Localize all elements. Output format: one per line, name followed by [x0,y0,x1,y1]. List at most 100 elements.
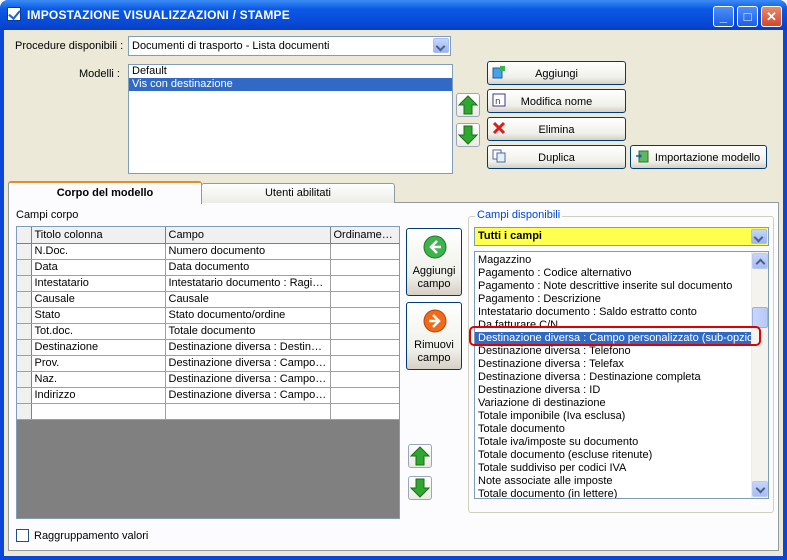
table-cell[interactable]: Destinazione diversa : Campo p... [165,355,331,372]
table-cell[interactable] [330,403,399,420]
table-row[interactable] [17,403,399,420]
table-cell[interactable]: Indirizzo [31,387,166,404]
close-button[interactable]: ✕ [761,6,782,27]
table-cell[interactable] [330,243,399,260]
list-item[interactable]: Note associate alle imposte [475,475,752,488]
list-item[interactable]: Pagamento : Codice alternativo [475,267,752,280]
move-model-up-button[interactable] [456,93,480,117]
list-item[interactable]: Totale suddiviso per codici IVA [475,462,752,475]
table-cell[interactable]: Totale documento [165,323,331,340]
column-header-titolo[interactable]: Titolo colonna [31,227,166,244]
table-cell[interactable] [330,291,399,308]
table-cell[interactable]: Stato [31,307,166,324]
row-header[interactable] [17,323,32,340]
table-cell[interactable] [165,403,331,420]
list-item[interactable]: Vis con destinazione [129,78,452,91]
list-item[interactable]: Magazzino [475,254,752,267]
table-cell[interactable]: Prov. [31,355,166,372]
campi-disponibili-list[interactable]: Magazzino Pagamento : Codice alternativo P… [474,251,769,499]
elimina-button[interactable]: Elimina [487,117,626,141]
row-header[interactable] [17,387,32,404]
title-bar[interactable]: IMPOSTAZIONE VISUALIZZAZIONI / STAMPE _ … [0,0,787,30]
move-field-up-button[interactable] [408,444,432,468]
procedure-select[interactable]: Documenti di trasporto - Lista documenti [128,36,451,56]
modifica-nome-button[interactable]: n Modifica nome [487,89,626,113]
list-item[interactable]: Destinazione diversa : ID [475,384,752,397]
table-cell[interactable]: Destinazione diversa : Destinazi... [165,339,331,356]
list-item[interactable]: Intestatario documento : Saldo estratto … [475,306,752,319]
minimize-button[interactable]: _ [713,6,734,27]
list-item[interactable]: Totale imponibile (Iva esclusa) [475,410,752,423]
table-cell[interactable]: Causale [31,291,166,308]
table-cell[interactable] [330,371,399,388]
list-item[interactable]: Variazione di destinazione [475,397,752,410]
chevron-down-icon[interactable] [751,229,767,244]
table-cell[interactable]: Tot.doc. [31,323,166,340]
list-item[interactable]: Totale documento (escluse ritenute) [475,449,752,462]
modelli-list[interactable]: Default Vis con destinazione [128,64,453,174]
table-cell[interactable]: Intestatario documento : Ragion... [165,275,331,292]
table-row[interactable]: Indirizzo Destinazione diversa : Campo p.… [17,387,399,404]
row-header[interactable] [17,291,32,308]
campi-corpo-grid[interactable]: Titolo colonna Campo Ordinamento N.Doc. N… [16,226,400,519]
list-item[interactable]: Pagamento : Descrizione [475,293,752,306]
table-cell[interactable]: Destinazione diversa : Campo p... [165,371,331,388]
table-cell[interactable] [330,307,399,324]
table-cell[interactable] [330,275,399,292]
list-item[interactable]: Totale documento [475,423,752,436]
table-cell[interactable] [31,403,166,420]
row-header[interactable] [17,259,32,276]
campi-filter-select[interactable]: Tutti i campi [474,227,769,246]
row-header[interactable] [17,243,32,260]
tab-corpo-del-modello[interactable]: Corpo del modello [8,181,202,204]
table-cell[interactable]: Destinazione diversa : Campo p... [165,387,331,404]
chevron-down-icon[interactable] [433,38,449,53]
table-cell[interactable]: N.Doc. [31,243,166,260]
aggiungi-button[interactable]: Aggiungi [487,61,626,85]
row-header[interactable] [17,355,32,372]
table-row[interactable]: Causale Causale [17,291,399,308]
list-item[interactable]: Destinazione diversa : Telefono [475,345,752,358]
importazione-modello-button[interactable]: Importazione modello [630,145,767,169]
table-cell[interactable] [330,259,399,276]
table-cell[interactable]: Intestatario [31,275,166,292]
campi-scrollbar[interactable] [751,252,768,498]
table-cell[interactable]: Data [31,259,166,276]
table-cell[interactable]: Destinazione [31,339,166,356]
aggiungi-campo-button[interactable]: Aggiungi campo [406,228,462,296]
maximize-button[interactable]: □ [737,6,758,27]
table-cell[interactable] [330,323,399,340]
list-item[interactable]: Totale documento (in lettere) [475,488,752,498]
tab-utenti-abilitati[interactable]: Utenti abilitati [201,183,395,203]
table-cell[interactable]: Data documento [165,259,331,276]
move-field-down-button[interactable] [408,476,432,500]
table-row[interactable]: Stato Stato documento/ordine [17,307,399,324]
scroll-thumb[interactable] [752,307,768,328]
table-row[interactable]: Tot.doc. Totale documento [17,323,399,340]
list-item[interactable]: Destinazione diversa : Destinazione comp… [475,371,752,384]
table-row[interactable]: Data Data documento [17,259,399,276]
column-header-ordinamento[interactable]: Ordinamento [330,227,399,244]
duplica-button[interactable]: Duplica [487,145,626,169]
table-row[interactable]: Intestatario Intestatario documento : Rag… [17,275,399,292]
list-item[interactable]: Totale iva/imposte su documento [475,436,752,449]
row-header[interactable] [17,371,32,388]
row-header[interactable] [17,339,32,356]
table-cell[interactable]: Numero documento [165,243,331,260]
row-header[interactable] [17,403,32,420]
move-model-down-button[interactable] [456,123,480,147]
rimuovi-campo-button[interactable]: Rimuovi campo [406,302,462,370]
list-item[interactable]: Destinazione diversa : Telefax [475,358,752,371]
table-cell[interactable]: Stato documento/ordine [165,307,331,324]
table-row[interactable]: N.Doc. Numero documento [17,243,399,260]
table-row[interactable]: Naz. Destinazione diversa : Campo p... [17,371,399,388]
row-header[interactable] [17,307,32,324]
column-header-campo[interactable]: Campo [165,227,331,244]
scroll-down-button[interactable] [752,481,768,497]
row-header[interactable] [17,275,32,292]
list-item[interactable]: Default [129,65,452,78]
table-row[interactable]: Destinazione Destinazione diversa : Desti… [17,339,399,356]
table-cell[interactable]: Causale [165,291,331,308]
raggruppamento-checkbox[interactable] [16,529,29,542]
scroll-up-button[interactable] [752,253,768,269]
